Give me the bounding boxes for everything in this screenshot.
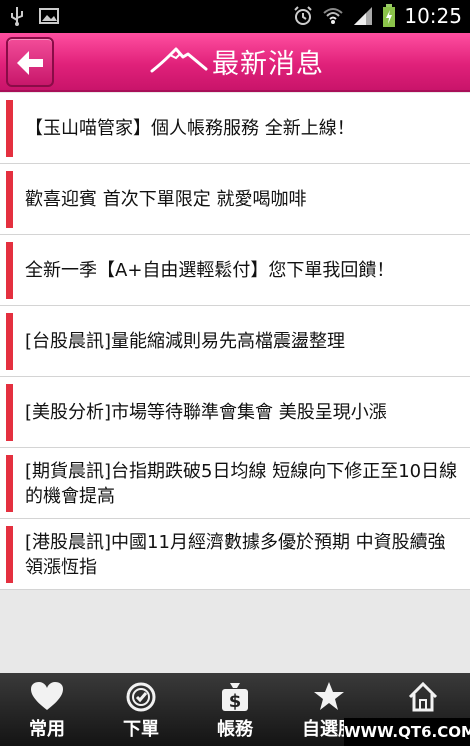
tab-label: 常用 [29,719,65,740]
news-item-text: [台股晨訊]量能縮減則易先高檔震盪整理 [25,331,346,352]
app-header: 最新消息 [0,33,470,92]
tab-account[interactable]: $ 帳務 [188,673,282,746]
page-title: 最新消息 [212,49,324,80]
mountain-logo-icon [150,47,208,73]
battery-icon [383,4,396,27]
back-arrow-icon [17,51,43,75]
news-item[interactable]: [台股晨訊]量能縮減則易先高檔震盪整理 [0,306,470,377]
news-item-text: [美股分析]市場等待聯準會集會 美股呈現小漲 [25,402,387,423]
tab-label: 帳務 [217,719,253,740]
news-item[interactable]: 歡喜迎賓 首次下單限定 就愛喝咖啡 [0,164,470,235]
news-list: 【玉山喵管家】個人帳務服務 全新上線！ 歡喜迎賓 首次下單限定 就愛喝咖啡 全新… [0,93,470,590]
money-bag-icon: $ [222,683,248,712]
news-item-text: 歡喜迎賓 首次下單限定 就愛喝咖啡 [25,189,307,210]
alarm-icon [294,6,313,25]
home-icon [408,681,438,712]
news-item-text: [港股晨訊]中國11月經濟數據多優於預期 中資股續強領漲恆指 [25,531,446,578]
news-item[interactable]: [期貨晨訊]台指期跌破5日均線 短線向下修正至10日線的機會提高 [0,448,470,519]
news-item-text: 【玉山喵管家】個人帳務服務 全新上線！ [25,118,355,139]
news-item-text: [期貨晨訊]台指期跌破5日均線 短線向下修正至10日線的機會提高 [25,460,458,507]
tab-order[interactable]: 下單 [94,673,188,746]
check-circle-icon [126,682,156,712]
star-icon [314,682,344,710]
watermark: WWW.QT6.COM [344,718,470,746]
status-bar: 10:25 [0,0,470,33]
news-item[interactable]: [美股分析]市場等待聯準會集會 美股呈現小漲 [0,377,470,448]
status-time: 10:25 [404,4,462,28]
heart-icon [31,682,63,710]
back-button[interactable] [6,37,54,87]
usb-icon [11,7,23,26]
news-item-text: 全新一季【A+自由選輕鬆付】您下單我回饋！ [25,260,395,281]
tab-label: 下單 [123,719,159,740]
wifi-icon [323,8,344,24]
news-item[interactable]: 全新一季【A+自由選輕鬆付】您下單我回饋！ [0,235,470,306]
news-item[interactable]: 【玉山喵管家】個人帳務服務 全新上線！ [0,93,470,164]
news-item[interactable]: [港股晨訊]中國11月經濟數據多優於預期 中資股續強領漲恆指 [0,519,470,590]
svg-text:$: $ [229,691,242,712]
image-icon [39,8,59,24]
signal-icon [354,7,373,25]
tab-favorites[interactable]: 常用 [0,673,94,746]
